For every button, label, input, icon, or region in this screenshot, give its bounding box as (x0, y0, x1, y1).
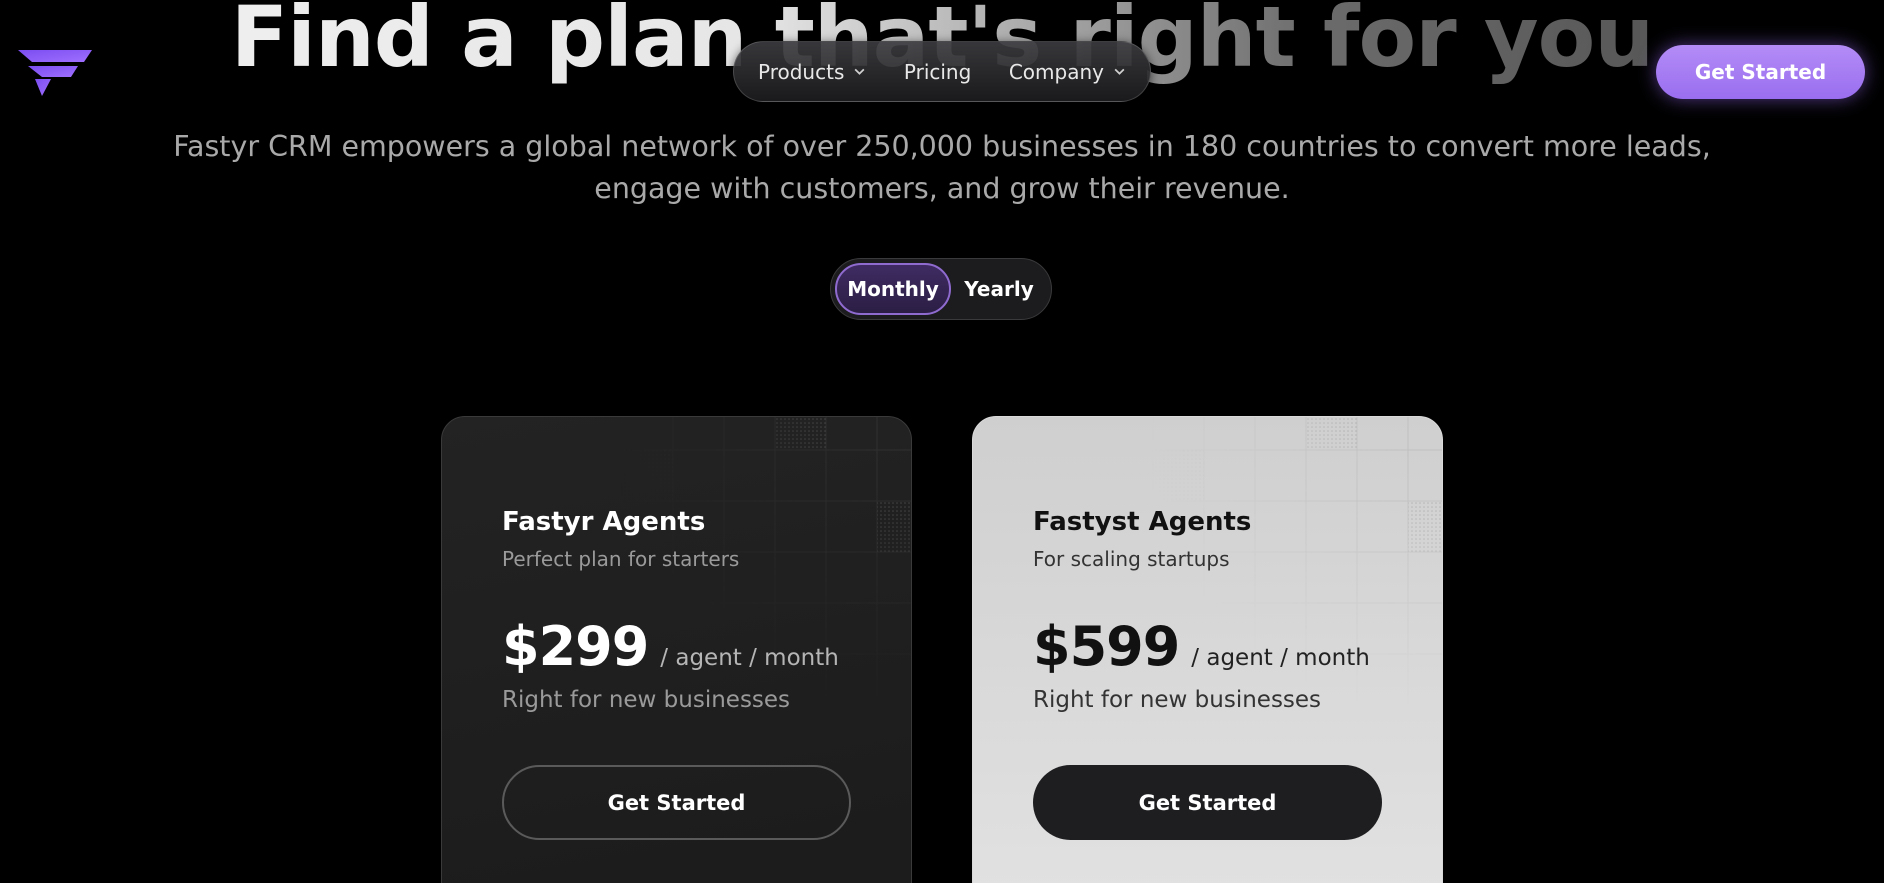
plan-get-started-button[interactable]: Get Started (1033, 765, 1382, 840)
plan-name: Fastyst Agents (1033, 507, 1252, 537)
plan-tagline: For scaling startups (1033, 547, 1230, 571)
price-row: $599 / agent / month (1033, 615, 1370, 678)
toggle-yearly[interactable]: Yearly (951, 263, 1047, 315)
plan-get-started-button[interactable]: Get Started (502, 765, 851, 840)
pricing-page: Find a plan that's right for you Product… (0, 0, 1884, 883)
nav-pricing[interactable]: Pricing (904, 60, 971, 84)
price-row: $299 / agent / month (502, 615, 839, 678)
plan-description: Right for new businesses (1033, 687, 1322, 713)
plan-name: Fastyr Agents (502, 507, 706, 537)
chevron-down-icon (854, 68, 865, 75)
main-nav: Products Pricing Company (733, 41, 1151, 102)
hero-subtitle: Fastyr CRM empowers a global network of … (173, 130, 1711, 205)
nav-pricing-label: Pricing (903, 59, 972, 84)
plan-card-fastyr-agents: Fastyr Agents Perfect plan for starters … (441, 416, 912, 883)
toggle-monthly[interactable]: Monthly (835, 263, 951, 315)
plan-description: Right for new businesses (502, 687, 791, 713)
plan-price: $599 (1033, 615, 1180, 678)
plan-card-fastyst-agents: Fastyst Agents For scaling startups $599… (972, 416, 1443, 883)
plan-price: $299 (502, 615, 649, 678)
billing-toggle: Monthly Yearly (830, 258, 1052, 320)
nav-products[interactable]: Products (758, 60, 866, 84)
fastyr-logo-icon[interactable] (18, 48, 92, 98)
plan-period: / agent / month (660, 645, 839, 671)
nav-company-label: Company (1008, 59, 1104, 84)
header-get-started-button[interactable]: Get Started (1656, 45, 1865, 99)
chevron-down-icon (1114, 68, 1125, 75)
nav-products-label: Products (758, 59, 845, 84)
nav-company[interactable]: Company (1009, 60, 1126, 84)
plan-tagline: Perfect plan for starters (502, 547, 740, 571)
plan-period: / agent / month (1191, 645, 1370, 671)
